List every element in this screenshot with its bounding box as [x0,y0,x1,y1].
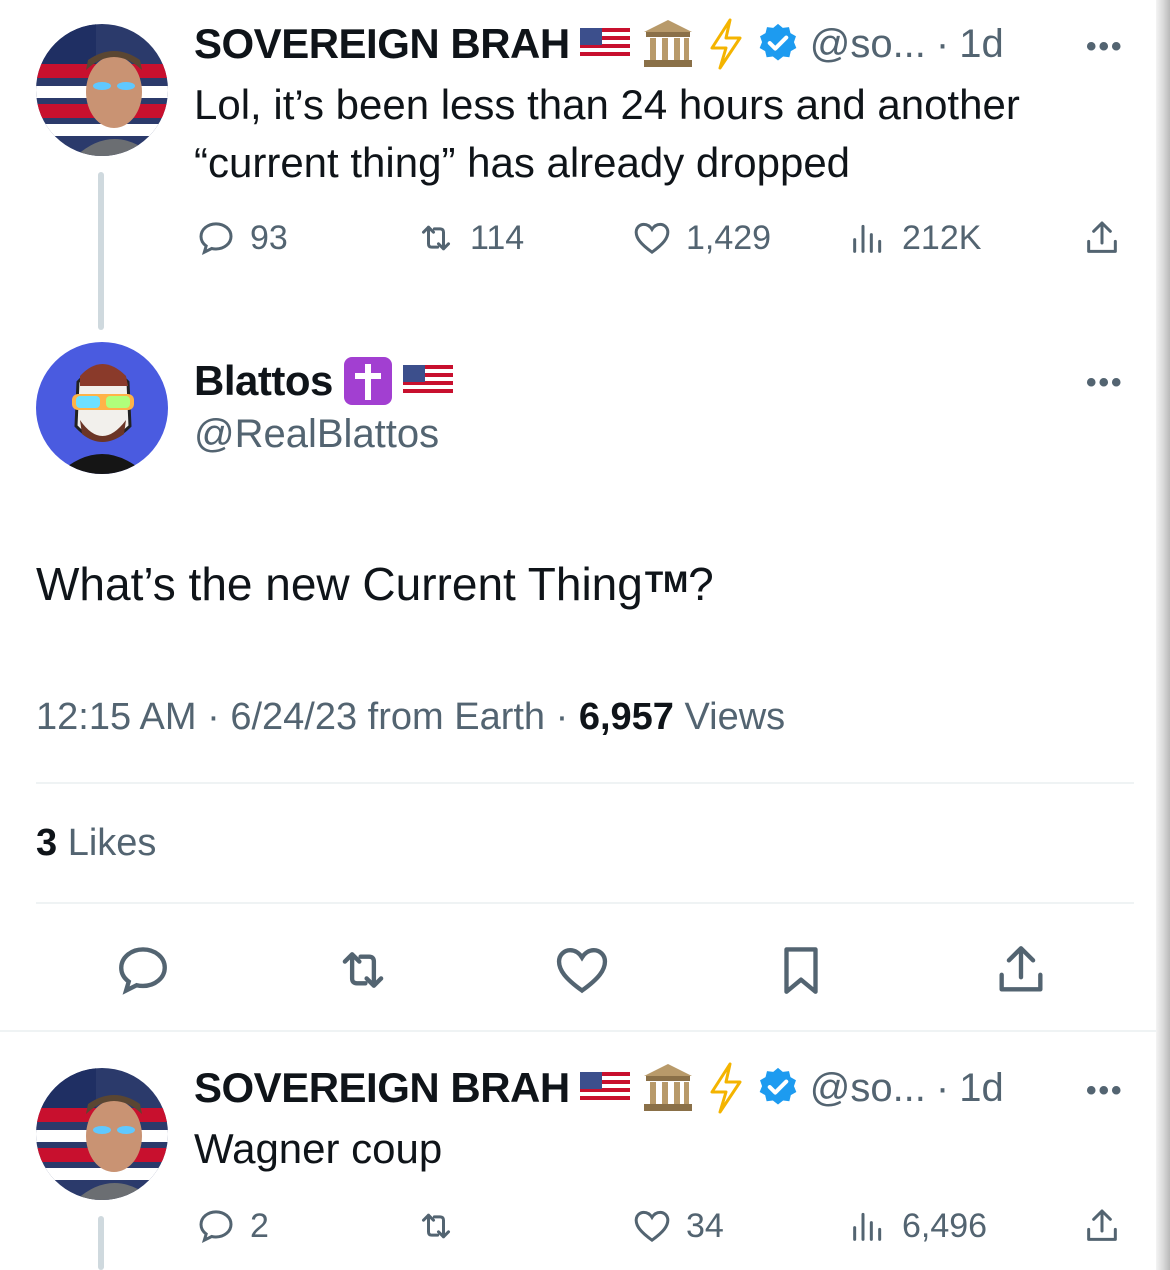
more-options-button[interactable]: ••• [1086,1074,1124,1108]
trademark-symbol: TM [644,566,689,599]
classical-building-icon [643,1064,692,1111]
likes-summary[interactable]: 3 Likes [36,822,156,865]
share-icon [1087,221,1117,253]
reply-icon [119,947,167,995]
views-count: 6,496 [902,1206,988,1245]
like-count: 1,429 [686,218,772,257]
bookmark-button[interactable] [771,940,831,1000]
avatar-sovereign-brah[interactable] [36,24,168,156]
like-button[interactable] [552,940,612,1000]
tweet-text-line: “current thing” has already dropped [194,139,851,186]
retweet-count: 114 [470,218,525,257]
author-name-row: Blattos [194,352,453,410]
retweet-icon [422,1213,450,1239]
tweet-header: SOVEREIGN BRAH @so... · 1d [194,18,1004,70]
reply-button[interactable] [113,940,173,1000]
timestamp[interactable]: 1d [959,1066,1004,1111]
reply-icon [199,1210,233,1244]
tweet-meta: 12:15 AM · 6/24/23 from Earth · 6,957 Vi… [36,696,785,739]
divider [36,782,1134,784]
tweet-header: SOVEREIGN BRAH @so... · 1d [194,1062,1004,1114]
like-button[interactable]: 1,429 [632,218,771,258]
thread-connector-line [98,1216,104,1270]
latin-cross-icon [343,357,392,405]
display-name[interactable]: SOVEREIGN BRAH [194,1064,570,1112]
views-button[interactable]: 212K [848,218,981,258]
handle[interactable]: @so... [810,1066,926,1111]
us-flag-icon [579,1072,630,1104]
display-name[interactable]: SOVEREIGN BRAH [194,20,570,68]
us-flag-icon [402,365,453,397]
reply-button[interactable]: 93 [196,218,288,258]
tweet-text: What’s the new Current Thing [36,558,643,610]
share-button[interactable] [1082,1206,1122,1246]
window-edge [1156,0,1170,1270]
more-options-button[interactable]: ••• [1086,366,1124,400]
more-options-button[interactable]: ••• [1086,30,1124,64]
separator-dot: · [935,1065,950,1110]
like-button[interactable]: 34 [632,1206,724,1246]
reply-count: 2 [250,1206,269,1245]
heart-icon [556,948,608,994]
verified-badge-icon [759,23,797,61]
handle[interactable]: @so... [810,22,926,67]
reply-count: 93 [250,218,288,257]
avatar-sovereign-brah[interactable] [36,1068,168,1200]
separator-dot: · [935,21,950,66]
heart-icon [634,1210,670,1243]
views-label: Views [684,696,786,738]
reply-button[interactable]: 2 [196,1206,269,1246]
bookmark-icon [784,947,818,994]
like-count: 34 [686,1206,724,1245]
handle[interactable]: @RealBlattos [194,412,439,457]
share-button[interactable] [991,940,1051,1000]
share-button[interactable] [1082,218,1122,258]
likes-count: 3 [36,822,58,864]
classical-building-icon [643,20,692,67]
retweet-button[interactable] [416,1206,470,1246]
lightning-icon [710,18,742,70]
share-icon [999,946,1043,992]
views-count: 6,957 [578,696,674,738]
thread-connector-line [98,172,104,330]
lightning-icon [710,1062,742,1114]
views-button[interactable]: 6,496 [848,1206,987,1246]
retweet-icon [422,225,450,251]
us-flag-icon [579,28,630,60]
retweet-button[interactable] [333,940,393,1000]
divider [0,1030,1156,1032]
views-count: 212K [902,218,982,257]
timestamp[interactable]: 1d [959,22,1004,67]
retweet-button[interactable]: 114 [416,218,524,258]
main-tweet-text: What’s the new Current ThingTM? [36,552,714,615]
tweet-text-line: Lol, it’s been less than 24 hours and an… [194,81,1020,128]
retweet-icon [342,952,384,988]
analytics-icon [853,224,882,253]
divider [36,902,1134,904]
heart-icon [634,222,670,255]
tweet-text: Lol, it’s been less than 24 hours and an… [194,76,1114,192]
display-name[interactable]: Blattos [194,357,333,405]
reply-icon [199,222,233,256]
verified-badge-icon [759,1067,797,1105]
likes-label: Likes [67,822,157,864]
avatar-blattos[interactable] [36,342,168,474]
share-icon [1087,1209,1117,1241]
analytics-icon [853,1212,882,1241]
tweet-text: Wagner coup [194,1125,443,1172]
timestamp[interactable]: 12:15 AM · 6/24/23 from Earth · [36,696,568,738]
tweet-text-end: ? [688,558,714,610]
